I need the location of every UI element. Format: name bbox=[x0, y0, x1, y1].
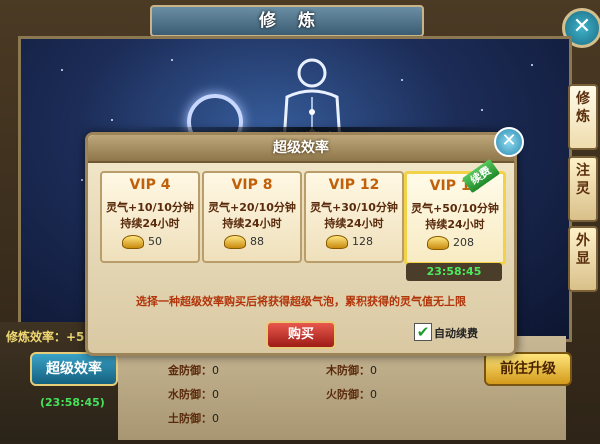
cost-value: 128 bbox=[352, 235, 373, 248]
gold-ingot-icon bbox=[224, 235, 246, 249]
super-efficiency-button[interactable]: 超级效率 bbox=[30, 352, 118, 386]
gain-text: 灵气+50/10分钟 bbox=[411, 202, 499, 215]
gain-text: 灵气+10/10分钟 bbox=[106, 201, 194, 214]
auto-renew-label: 自动续费 bbox=[434, 327, 478, 340]
efficiency-timer: (23:58:45) bbox=[40, 396, 105, 409]
duration-text: 持续24小时 bbox=[120, 217, 180, 230]
cost-value: 88 bbox=[250, 235, 264, 248]
vip-option-card[interactable]: VIP 4 灵气+10/10分钟 持续24小时 50 bbox=[100, 171, 200, 263]
dialog-close-icon[interactable]: ✕ bbox=[494, 127, 524, 157]
gold-ingot-icon bbox=[427, 236, 449, 250]
efficiency-label: 修炼效率：+5 bbox=[6, 330, 85, 344]
buy-button[interactable]: 购买 bbox=[266, 321, 336, 349]
vip-level: VIP 12 bbox=[328, 177, 380, 193]
tab-cultivate[interactable]: 修炼 bbox=[568, 84, 598, 150]
metal-defense: 金防御：0 bbox=[168, 364, 219, 377]
cost-value: 208 bbox=[453, 236, 474, 249]
vip-level: VIP 4 bbox=[129, 177, 171, 193]
dialog-title: 超级效率 bbox=[273, 140, 329, 156]
duration-text: 持续24小时 bbox=[425, 218, 485, 231]
fire-defense: 火防御：0 bbox=[326, 388, 377, 401]
tab-appearance[interactable]: 外显 bbox=[568, 226, 598, 292]
duration-text: 持续24小时 bbox=[222, 217, 282, 230]
gold-ingot-icon bbox=[122, 235, 144, 249]
window-title: 修炼 bbox=[150, 5, 424, 37]
tab-infuse[interactable]: 注灵 bbox=[568, 156, 598, 222]
gain-text: 灵气+20/10分钟 bbox=[208, 201, 296, 214]
earth-defense: 土防御：0 bbox=[168, 412, 219, 425]
water-defense: 水防御：0 bbox=[168, 388, 219, 401]
go-upgrade-button[interactable]: 前往升级 bbox=[484, 352, 572, 386]
vip-option-card[interactable]: VIP 8 灵气+20/10分钟 持续24小时 88 bbox=[202, 171, 302, 263]
vip-option-card-selected[interactable]: VIP 16 灵气+50/10分钟 持续24小时 208 bbox=[404, 171, 506, 265]
vip-timer: 23:58:45 bbox=[406, 263, 502, 281]
duration-text: 持续24小时 bbox=[324, 217, 384, 230]
hint-text: 选择一种超级效率购买后将获得超级气泡，累积获得的灵气值无上限 bbox=[136, 295, 466, 308]
auto-renew-checkbox[interactable]: ✔ bbox=[414, 323, 432, 341]
vip-option-card[interactable]: VIP 12 灵气+30/10分钟 持续24小时 128 bbox=[304, 171, 404, 263]
gold-ingot-icon bbox=[326, 235, 348, 249]
vip-level: VIP 8 bbox=[231, 177, 273, 193]
cost-value: 50 bbox=[148, 235, 162, 248]
gain-text: 灵气+30/10分钟 bbox=[310, 201, 398, 214]
wood-defense: 木防御：0 bbox=[326, 364, 377, 377]
super-efficiency-dialog: 超级效率 ✕ VIP 4 灵气+10/10分钟 持续24小时 50 VIP 8 … bbox=[85, 127, 524, 356]
